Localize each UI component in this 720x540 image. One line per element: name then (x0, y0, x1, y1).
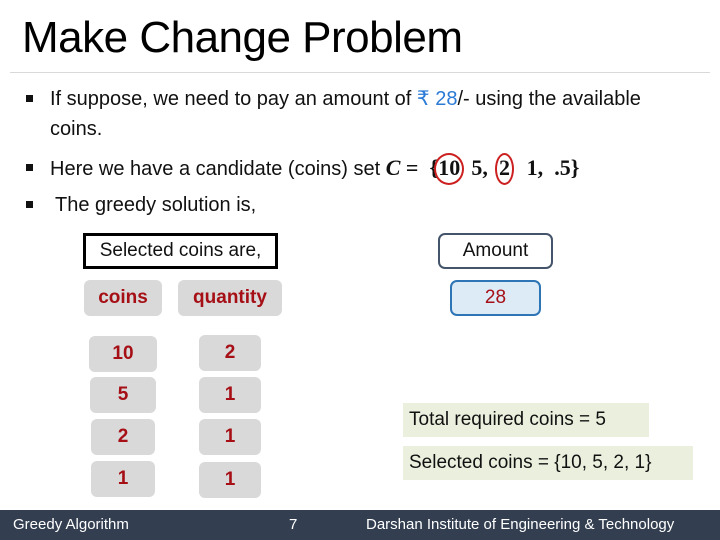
bullet-text: If suppose, we need to pay an amount of (50, 88, 417, 110)
bullet-square-icon (26, 164, 33, 171)
bullet-text: /- using the available (457, 88, 641, 110)
footer-bar: Greedy Algorithm 7 Darshan Institute of … (0, 510, 720, 540)
quantity-cell: 2 (199, 335, 261, 371)
selected-coins-label: Selected coins are, (83, 233, 278, 269)
bullet-continuation: coins. (50, 118, 103, 140)
coin-element: 5, (471, 155, 488, 180)
set-symbol: C (385, 155, 401, 180)
bullet-square-icon (26, 201, 33, 208)
bullet-item-1: If suppose, we need to pay an amount of … (26, 84, 641, 114)
coin-element-circled: 10 (434, 153, 465, 185)
coin-cell: 10 (89, 336, 157, 372)
bullet-item-3: The greedy solution is, (26, 190, 257, 220)
coin-cell: 1 (91, 461, 155, 497)
coins-header: coins (84, 280, 162, 316)
coin-cell: 5 (90, 377, 156, 413)
footer-institute: Darshan Institute of Engineering & Techn… (366, 516, 675, 533)
coin-cell: 2 (91, 419, 155, 455)
selected-coins-summary: Selected coins = {10, 5, 2, 1} (403, 446, 693, 480)
page-number: 7 (289, 516, 298, 533)
total-coins-summary: Total required coins = 5 (403, 403, 649, 437)
coin-element: 1, (526, 155, 544, 180)
bullet-square-icon (26, 95, 33, 102)
quantity-cell: 1 (199, 377, 261, 413)
title-divider (10, 72, 710, 73)
coin-element: .5 (554, 155, 571, 180)
quantity-cell: 1 (199, 419, 261, 455)
bullet-text: Here we have a candidate (coins) set (50, 158, 386, 180)
equals-sign: = (400, 155, 424, 180)
coin-element-circled: 2 (494, 153, 514, 185)
bullet-text: The greedy solution is, (55, 194, 257, 216)
close-brace: } (570, 155, 580, 180)
amount-highlight: ₹ 28 (416, 88, 458, 110)
quantity-cell: 1 (199, 462, 261, 498)
amount-value: 28 (450, 280, 541, 316)
bullet-item-2: Here we have a candidate (coins) set C =… (26, 153, 580, 185)
amount-label: Amount (438, 233, 553, 269)
footer-topic: Greedy Algorithm (13, 516, 129, 533)
slide-title: Make Change Problem (22, 13, 463, 62)
quantity-header: quantity (178, 280, 282, 316)
